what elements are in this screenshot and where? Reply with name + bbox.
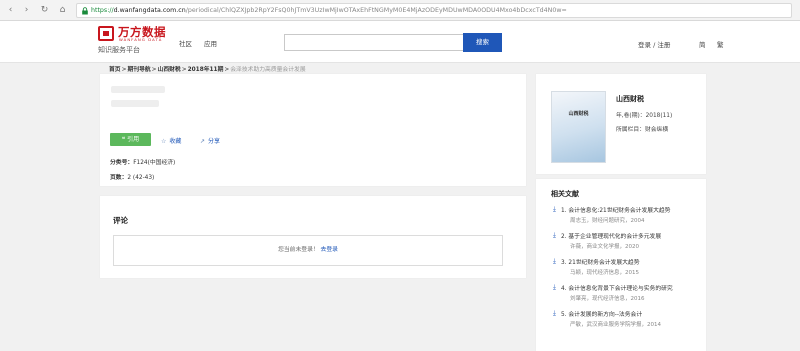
star-icon: ☆ <box>161 138 167 145</box>
journal-issue: 年,卷(期)：2018(11) <box>616 113 673 119</box>
comment-login-box: 您当前未登录！ 去登录 <box>113 235 503 266</box>
journal-column: 所属栏目：财会纵横 <box>616 127 669 133</box>
back-icon[interactable]: ‹ <box>4 4 17 17</box>
related-title: 相关文献 <box>551 190 579 198</box>
comment-title: 评论 <box>113 216 128 225</box>
breadcrumb-journal[interactable]: 山西财税 <box>158 67 181 73</box>
address-bar[interactable]: https://d.wanfangdata.com.cn/periodical/… <box>76 3 792 18</box>
download-icon[interactable]: ⤓ <box>553 231 559 239</box>
related-item-source: 周志玉，财经问题研究，2004 <box>570 218 645 224</box>
platform-name: 知识服务平台 <box>98 46 140 54</box>
forward-icon[interactable]: › <box>20 4 33 17</box>
lang-simplified[interactable]: 简 <box>699 39 706 49</box>
download-icon[interactable]: ⤓ <box>553 205 559 213</box>
journal-name[interactable]: 山西财税 <box>616 94 644 104</box>
download-icon[interactable]: ⤓ <box>553 257 559 265</box>
cite-button[interactable]: ❝ 引用 <box>110 133 151 146</box>
related-item-source: 刘肇亮，现代经济信息，2016 <box>570 296 645 302</box>
related-item-title[interactable]: 5. 会计发展的新方向--法务会计 <box>561 309 642 318</box>
related-card: 相关文献 ⤓ 1. 会计信息化:21世纪财务会计发展大趋势 周志玉，财经问题研究… <box>536 179 706 351</box>
classification: 分类号：F124(中国经济) <box>110 160 176 166</box>
wanfang-logo-icon[interactable] <box>98 26 114 41</box>
related-item-title[interactable]: 3. 21世纪财务会计发展大趋势 <box>561 257 640 266</box>
article-subtitle-placeholder <box>111 100 159 107</box>
browser-toolbar: ‹ › ↻ ⌂ https://d.wanfangdata.com.cn/per… <box>0 0 800 21</box>
comment-card: 评论 您当前未登录！ 去登录 <box>100 196 526 278</box>
lock-icon <box>82 7 88 15</box>
share-button[interactable]: ↗ 分享 <box>200 136 220 145</box>
related-item-source: 严敏，武汉商业服务学院学报，2014 <box>570 322 661 328</box>
journal-card: 山西财税 山西财税 年,卷(期)：2018(11) 所属栏目：财会纵横 <box>536 74 706 174</box>
page-count: 页数：2 (42-43) <box>110 175 155 181</box>
breadcrumb-issue[interactable]: 2018年11期 <box>188 67 224 73</box>
related-item-source: 马颖，现代经济信息，2015 <box>570 270 639 276</box>
reload-icon[interactable]: ↻ <box>38 4 51 17</box>
article-card: ❝ 引用 ☆ 收藏 ↗ 分享 分类号：F124(中国经济) 页数：2 (42-43) <box>100 74 526 186</box>
breadcrumb-home[interactable]: 首页 <box>109 67 121 73</box>
related-item-title[interactable]: 1. 会计信息化:21世纪财务会计发展大趋势 <box>561 205 670 214</box>
related-item-title[interactable]: 4. 会计信息化背景下会计理论与实务的研究 <box>561 283 673 292</box>
go-login-link[interactable]: 去登录 <box>321 247 338 253</box>
breadcrumb-current: 会泽技术助力高质量会计发展 <box>230 67 306 73</box>
related-item-title[interactable]: 2. 基于企业管理现代化的会计多元发展 <box>561 231 661 240</box>
site-header: 万方数据 WANFANG DATA 知识服务平台 社区 应用 搜索 登录 / 注… <box>0 21 800 63</box>
nav-apps[interactable]: 应用 <box>204 38 217 48</box>
journal-cover[interactable]: 山西财税 <box>551 91 606 163</box>
search-input[interactable] <box>284 34 464 51</box>
cover-title: 山西财税 <box>568 111 589 117</box>
nav-community[interactable]: 社区 <box>179 38 192 48</box>
breadcrumb: 首页>期刊导航>山西财税>2018年11期>会泽技术助力高质量会计发展 <box>109 67 306 73</box>
download-icon[interactable]: ⤓ <box>553 283 559 291</box>
login-register-link[interactable]: 登录 / 注册 <box>638 39 670 49</box>
download-icon[interactable]: ⤓ <box>553 309 559 317</box>
share-icon: ↗ <box>200 138 206 145</box>
logo-english: WANFANG DATA <box>119 37 163 42</box>
related-item-source: 许薇，商业文化学报，2020 <box>570 244 639 250</box>
article-title-placeholder <box>111 86 165 93</box>
breadcrumb-journals[interactable]: 期刊导航 <box>127 67 150 73</box>
url-text: https://d.wanfangdata.com.cn/periodical/… <box>91 7 567 14</box>
login-prompt: 您当前未登录！ <box>278 247 319 253</box>
search-button[interactable]: 搜索 <box>463 33 502 52</box>
lang-traditional[interactable]: 繁 <box>717 39 724 49</box>
home-icon[interactable]: ⌂ <box>56 4 69 17</box>
collect-button[interactable]: ☆ 收藏 <box>161 136 181 145</box>
